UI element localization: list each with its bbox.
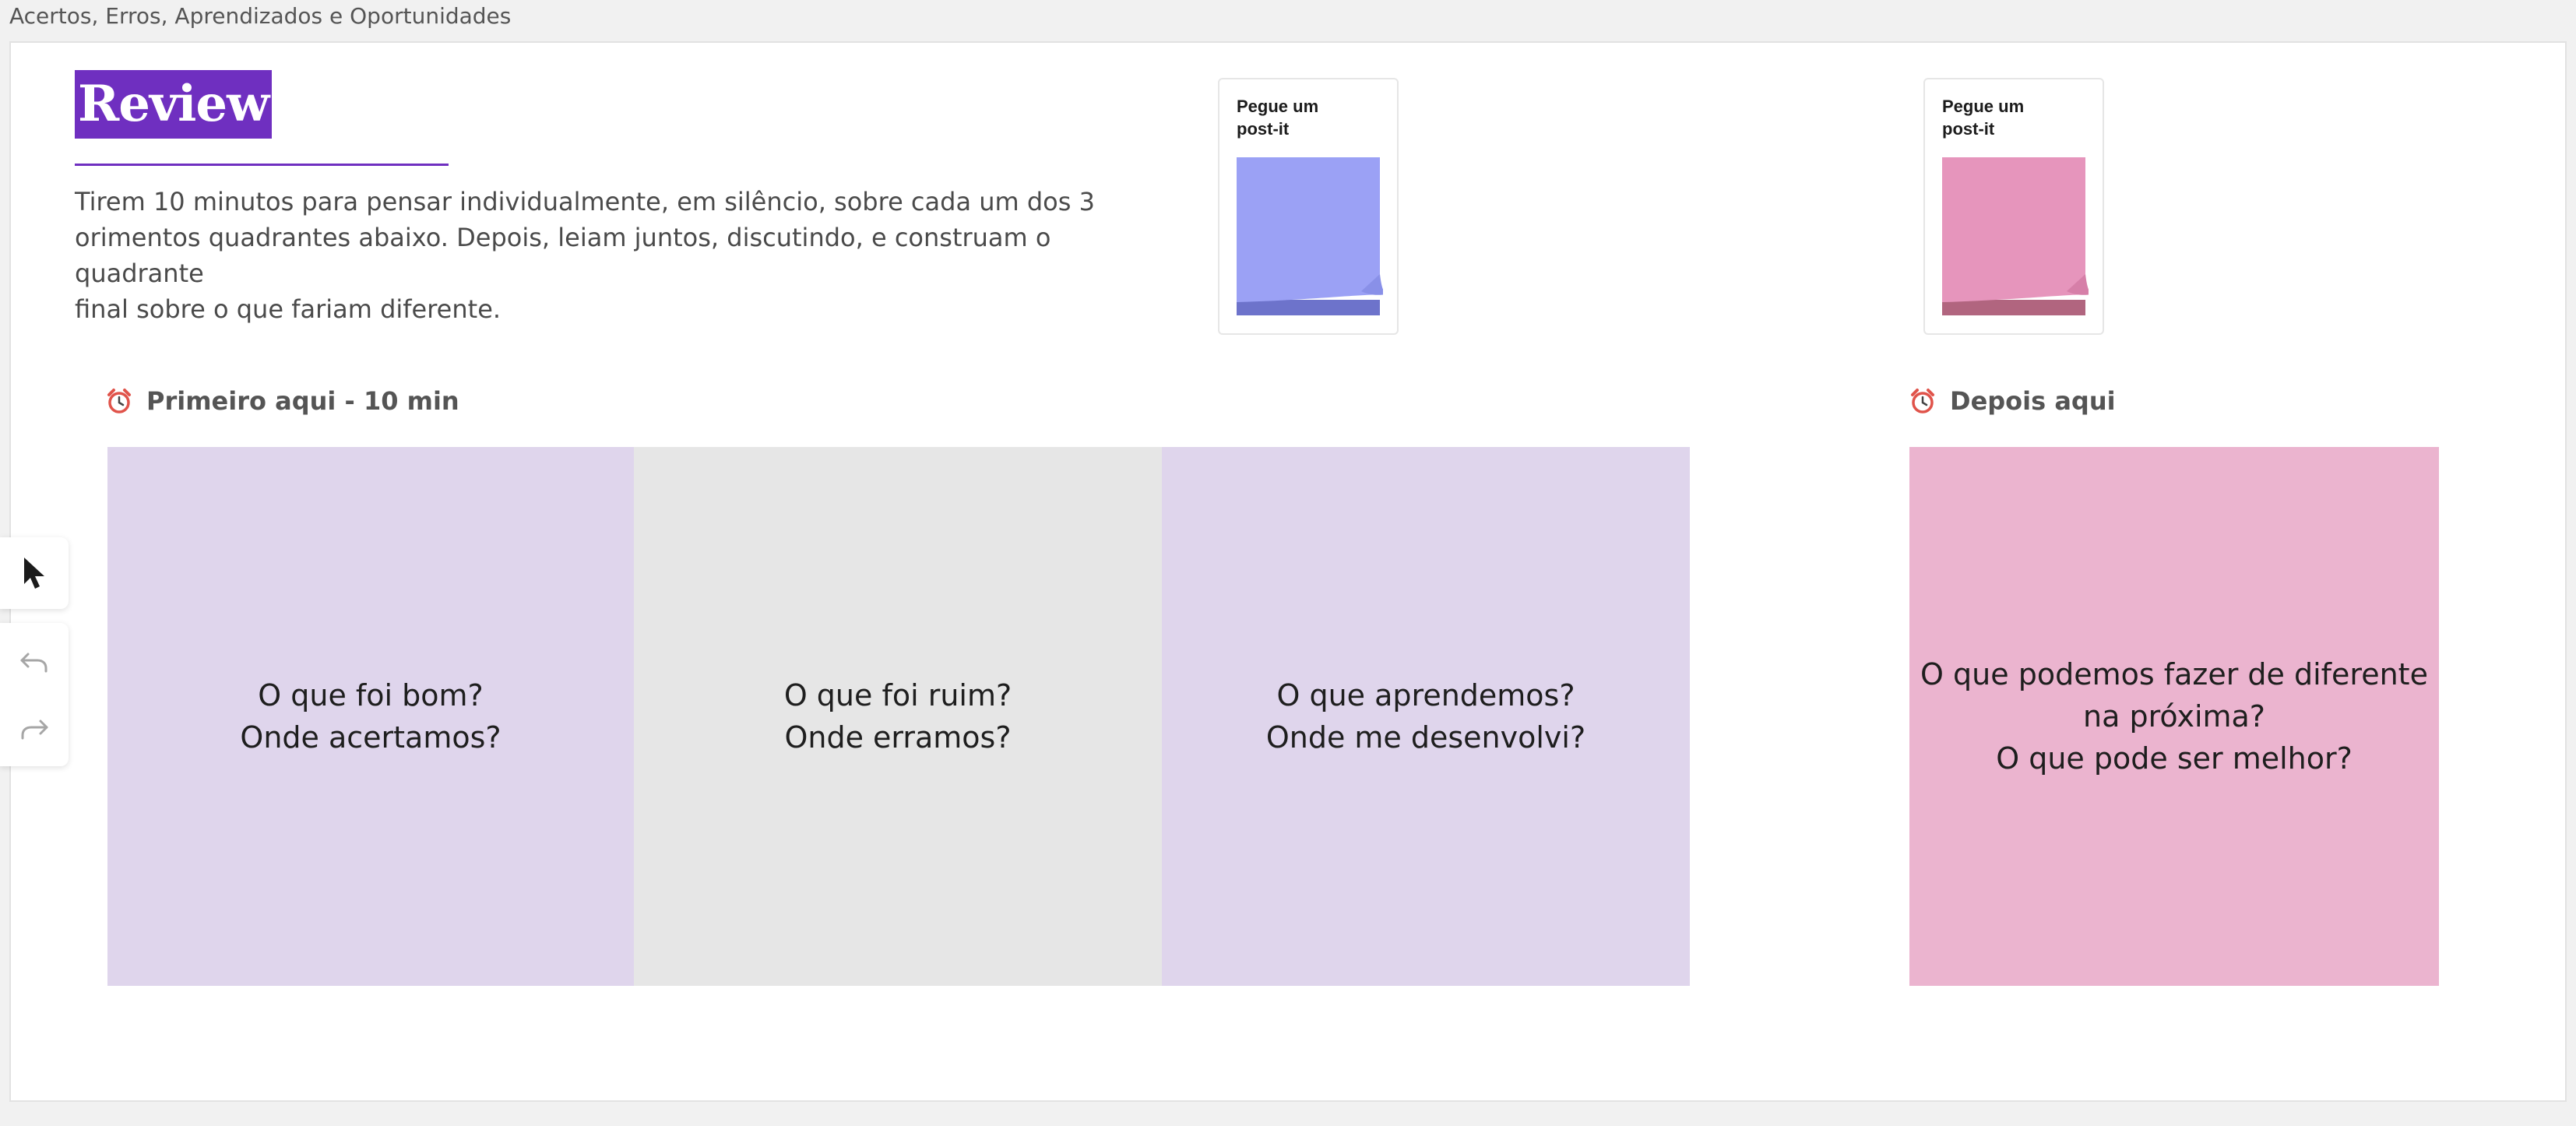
section-label-text: Depois aqui: [1950, 386, 2116, 416]
postit-stack-pink[interactable]: Pegue um post-it: [1923, 78, 2104, 335]
sticky-note-purple-icon[interactable]: [1237, 157, 1383, 317]
select-tool-button[interactable]: [0, 542, 69, 604]
cursor-icon: [24, 558, 44, 589]
section-label-second: Depois aqui: [1909, 386, 2116, 416]
quadrant-improve[interactable]: O que podemos fazer de diferente na próx…: [1909, 447, 2439, 986]
quadrant-bad[interactable]: O que foi ruim? Onde erramos?: [634, 447, 1162, 986]
review-title-badge: Review: [75, 70, 273, 139]
history-toolbar: [0, 623, 69, 766]
redo-button[interactable]: [0, 698, 69, 760]
alarm-clock-icon: [107, 389, 131, 413]
board-title: Acertos, Erros, Aprendizados e Oportunid…: [9, 3, 512, 29]
alarm-clock-icon: [1911, 389, 1934, 413]
undo-button[interactable]: [0, 631, 69, 693]
postit-stack-purple[interactable]: Pegue um post-it: [1218, 78, 1399, 335]
quadrant-learned[interactable]: O que aprendemos? Onde me desenvolvi?: [1162, 447, 1690, 986]
postit-stack-label: Pegue um post-it: [1942, 97, 2025, 139]
section-label-text: Primeiro aqui - 10 min: [146, 386, 459, 416]
quadrant-good[interactable]: O que foi bom? Onde acertamos?: [107, 447, 634, 986]
postit-stack-label: Pegue um post-it: [1237, 97, 1319, 139]
select-toolbar: [0, 537, 69, 609]
undo-icon: [20, 653, 48, 673]
section-label-first: Primeiro aqui - 10 min: [106, 386, 459, 416]
instructions-text: Tirem 10 minutos para pensar individualm…: [75, 187, 1095, 324]
sticky-note-pink-icon[interactable]: [1942, 157, 2089, 317]
redo-icon: [21, 720, 48, 740]
title-underline: [75, 164, 449, 166]
